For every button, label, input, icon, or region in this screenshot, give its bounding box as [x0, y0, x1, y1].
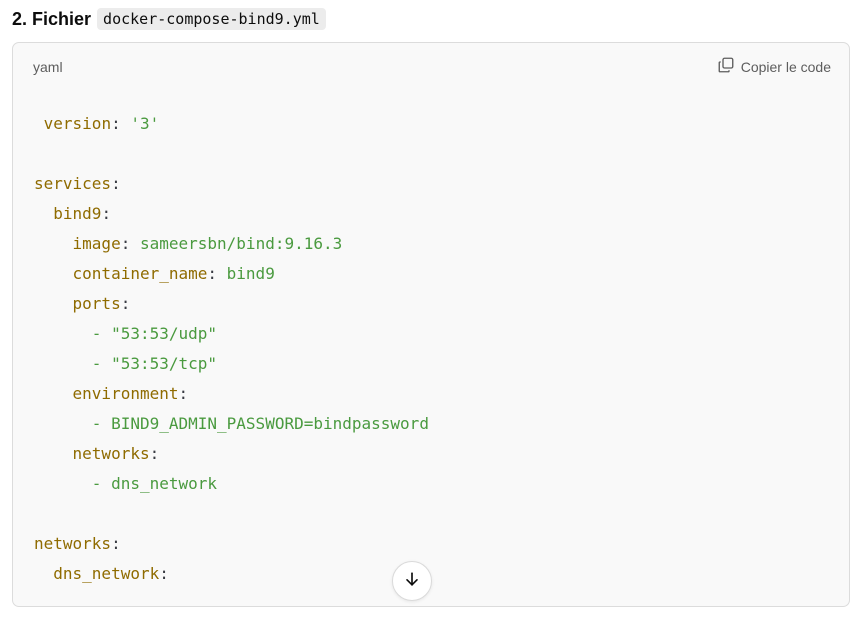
code-separator: : — [120, 294, 131, 313]
code-line: ports: — [34, 294, 131, 313]
code-line: networks: — [34, 444, 160, 463]
code-separator: : — [111, 174, 121, 193]
heading-filename: docker-compose-bind9.yml — [97, 8, 326, 30]
code-key: networks — [34, 534, 112, 553]
code-separator: : — [207, 264, 227, 283]
code-block: yaml Copier le code version: '3' service… — [12, 42, 850, 607]
code-value: "53:53/udp" — [111, 324, 218, 343]
code-value: "53:53/tcp" — [111, 354, 218, 373]
code-value: BIND9_ADMIN_PASSWORD=bindpassword — [111, 414, 429, 433]
scroll-down-button[interactable] — [392, 561, 432, 601]
heading-number: 2. — [12, 8, 28, 29]
code-separator: : — [120, 234, 140, 253]
code-separator: : — [111, 534, 121, 553]
code-separator: : — [111, 114, 131, 133]
arrow-down-icon — [402, 569, 422, 594]
code-key: bind9 — [53, 204, 102, 223]
code-separator: : — [101, 204, 112, 223]
code-key: networks — [72, 444, 150, 463]
code-value: '3' — [130, 114, 160, 133]
code-line: bind9: — [34, 204, 111, 223]
code-value: bind9 — [226, 264, 275, 283]
code-key: services — [34, 174, 112, 193]
code-key: version — [43, 114, 112, 133]
code-key: environment — [72, 384, 179, 403]
code-key: ports — [72, 294, 121, 313]
code-line: networks: — [34, 534, 121, 553]
code-line: - BIND9_ADMIN_PASSWORD=bindpassword — [34, 414, 429, 433]
heading-label: Fichier — [32, 8, 92, 29]
code-header: yaml Copier le code — [13, 43, 849, 91]
code-separator: : — [178, 384, 189, 403]
code-line: image: sameersbn/bind:9.16.3 — [34, 234, 343, 253]
code-line: - "53:53/tcp" — [34, 354, 217, 373]
code-line: version: '3' — [34, 114, 160, 133]
code-separator: : — [149, 444, 160, 463]
code-separator: - — [91, 324, 112, 343]
code-separator: - — [91, 414, 112, 433]
code-separator: - — [91, 354, 112, 373]
code-value: dns_network — [111, 474, 218, 493]
code-line: dns_network: — [34, 564, 169, 583]
copy-code-label: Copier le code — [740, 58, 831, 75]
code-line: - "53:53/udp" — [34, 324, 217, 343]
code-key: dns_network — [53, 564, 160, 583]
code-line: - dns_network — [34, 474, 217, 493]
code-separator: : — [159, 564, 169, 583]
code-separator: - — [91, 474, 112, 493]
code-content[interactable]: version: '3' services: bind9: image: sam… — [34, 109, 429, 589]
section-heading: 2. Fichier docker-compose-bind9.yml — [12, 6, 326, 32]
copy-icon — [717, 56, 735, 77]
code-key: image — [72, 234, 121, 253]
copy-code-button[interactable]: Copier le code — [717, 56, 831, 77]
code-line: environment: — [34, 384, 189, 403]
code-language: yaml — [33, 59, 63, 75]
code-line: container_name: bind9 — [34, 264, 275, 283]
code-value: sameersbn/bind:9.16.3 — [139, 234, 343, 253]
code-line: services: — [34, 174, 121, 193]
code-key: container_name — [72, 264, 208, 283]
